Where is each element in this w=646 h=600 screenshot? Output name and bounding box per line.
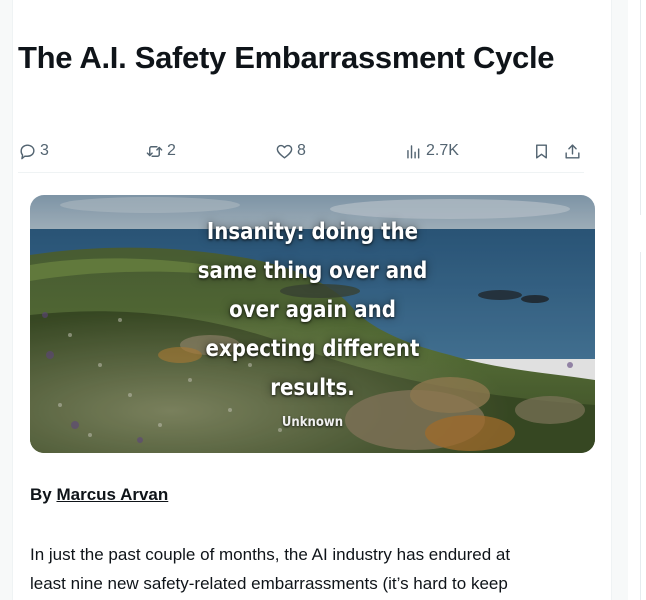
- heart-icon: [276, 144, 293, 159]
- article-title: The A.I. Safety Embarrassment Cycle: [18, 40, 555, 75]
- views-button[interactable]: 2.7K: [404, 136, 459, 166]
- quote-line: Insanity: doing the: [206, 219, 419, 245]
- share-button[interactable]: [563, 136, 582, 166]
- sidebar-border-lower: [640, 252, 641, 600]
- body-line: In just the past couple of months, the A…: [30, 545, 511, 564]
- right-sidebar-edge: [628, 0, 646, 600]
- article-body: In just the past couple of months, the A…: [30, 540, 590, 598]
- quote-line: same thing over and: [197, 258, 428, 284]
- repost-button[interactable]: 2: [145, 136, 176, 166]
- quote-line: expecting different: [205, 336, 420, 362]
- sidebar-border: [640, 0, 641, 215]
- byline-prefix: By: [30, 485, 52, 504]
- quote-attribution: Unknown: [281, 415, 344, 430]
- quote-line: over again and: [229, 297, 396, 323]
- share-upload-icon: [565, 143, 580, 159]
- speech-bubble-icon: [20, 143, 35, 159]
- bookmark-button[interactable]: [532, 136, 551, 166]
- author-link[interactable]: Marcus Arvan: [56, 485, 168, 504]
- image-quote-text: Insanity: doing the same thing over and …: [70, 213, 556, 408]
- view-count: 2.7K: [426, 142, 459, 159]
- like-count: 8: [297, 142, 306, 159]
- reply-count: 3: [40, 142, 49, 159]
- quote-line: results.: [270, 375, 355, 401]
- divider: [18, 172, 584, 173]
- repost-count: 2: [167, 142, 176, 159]
- bookmark-icon: [536, 143, 547, 159]
- action-bar: 3 2 8 2.7K: [18, 136, 584, 166]
- article-image[interactable]: Insanity: doing the same thing over and …: [30, 195, 595, 453]
- body-line: least nine new safety-related embarrassm…: [30, 574, 508, 593]
- like-button[interactable]: 8: [275, 136, 306, 166]
- byline: By Marcus Arvan: [30, 485, 168, 505]
- reply-button[interactable]: 3: [18, 136, 49, 166]
- bar-chart-icon: [407, 144, 420, 159]
- repost-arrows-icon: [146, 145, 163, 157]
